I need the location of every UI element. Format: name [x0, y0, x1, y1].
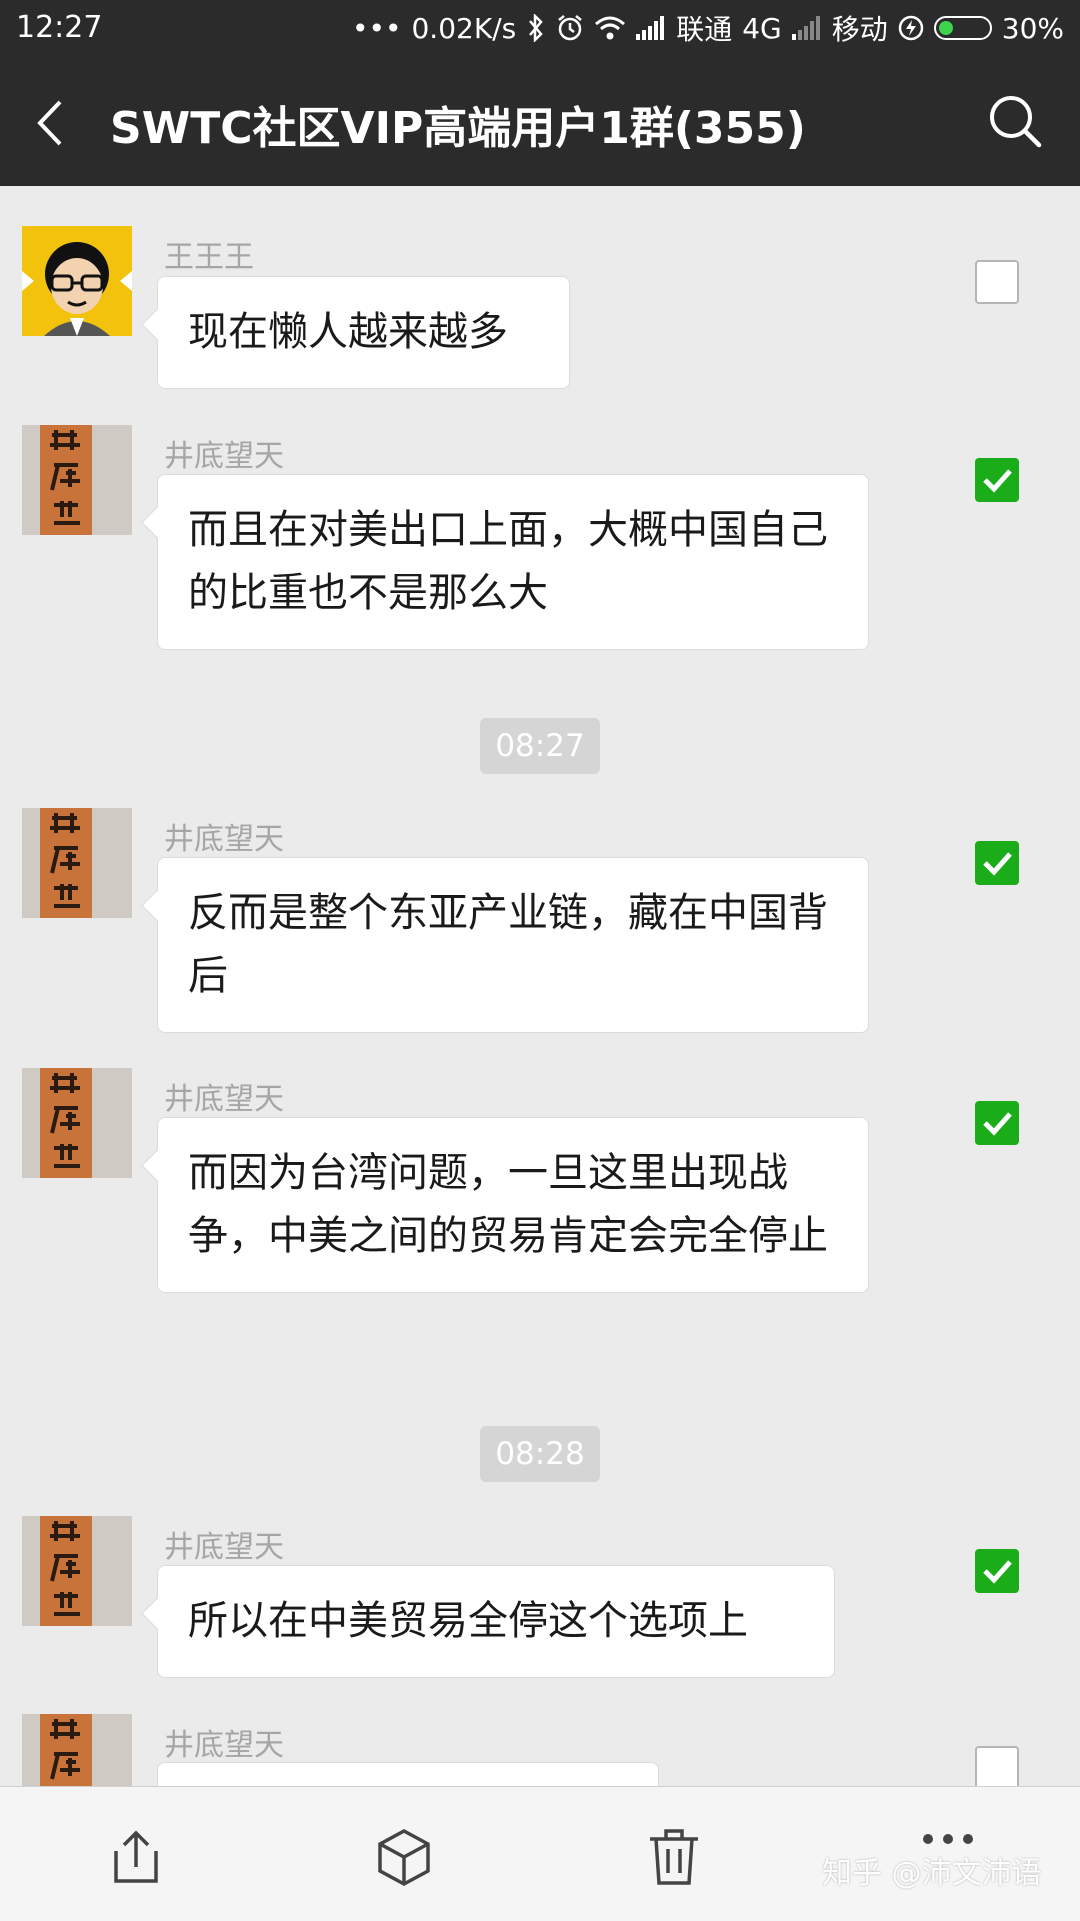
avatar[interactable] — [22, 425, 132, 535]
avatar[interactable] — [22, 226, 132, 336]
carrier-2: 移动 — [831, 13, 888, 46]
check-icon — [983, 852, 1012, 876]
check-icon — [983, 1112, 1012, 1136]
battery-icon — [933, 16, 992, 40]
select-checkbox[interactable] — [975, 260, 1019, 304]
sender-name: 井底望天 — [164, 1082, 284, 1117]
avatar[interactable] — [22, 1068, 132, 1178]
chevron-left-icon[interactable] — [32, 98, 72, 148]
select-checkbox-checked[interactable] — [975, 841, 1019, 885]
message-bubble[interactable]: 而且在对美出口上面，大概中国自己的比重也不是那么大 — [157, 474, 869, 650]
check-icon — [983, 469, 1012, 493]
network-speed: 0.02K/s — [411, 11, 517, 45]
alarm-icon — [556, 14, 584, 42]
timestamp: 08:27 — [480, 718, 600, 774]
sender-name: 井底望天 — [164, 1530, 284, 1565]
avatar[interactable] — [22, 808, 132, 918]
trash-icon[interactable] — [646, 1827, 702, 1887]
charging-icon — [898, 15, 924, 41]
timestamp: 08:28 — [480, 1426, 600, 1482]
battery-percent: 30% — [1001, 11, 1064, 45]
search-icon[interactable] — [986, 92, 1044, 150]
page-title: SWTC社区VIP高端用户1群(355) — [110, 103, 806, 154]
message-bubble[interactable]: 现在懒人越来越多 — [157, 276, 570, 389]
avatar[interactable] — [22, 1714, 132, 1786]
share-icon[interactable] — [108, 1827, 164, 1887]
status-bar: 12:27 ••• 0.02K/s 联通 4G 移动 30% — [0, 0, 1080, 56]
bluetooth-icon — [526, 14, 546, 42]
status-icons: ••• 0.02K/s 联通 4G 移动 30% — [352, 8, 1064, 48]
signal-weak-icon — [791, 16, 822, 40]
carrier-1: 联通 — [676, 13, 733, 46]
network-type: 4G — [742, 11, 782, 45]
more-dots-icon: ••• — [351, 11, 402, 45]
chat-header: SWTC社区VIP高端用户1群(355) — [0, 56, 1080, 186]
select-checkbox-checked[interactable] — [975, 1101, 1019, 1145]
chat-list[interactable]: 王王王 现在懒人越来越多 井底望天 而且在对美出口上面，大概中国自己的比重也不是… — [0, 186, 1080, 1786]
wifi-icon — [594, 15, 626, 41]
sender-name: 井底望天 — [164, 1728, 284, 1763]
message-bubble[interactable]: 反而是整个东亚产业链，藏在中国背后 — [157, 857, 869, 1033]
sender-name: 井底望天 — [164, 822, 284, 857]
select-checkbox-checked[interactable] — [975, 458, 1019, 502]
select-checkbox[interactable] — [975, 1746, 1019, 1786]
sender-name: 井底望天 — [164, 439, 284, 474]
battery-fill — [938, 21, 953, 35]
box-icon[interactable] — [376, 1827, 432, 1887]
message-bubble[interactable] — [157, 1762, 659, 1786]
status-time: 12:27 — [16, 10, 103, 45]
avatar[interactable] — [22, 1516, 132, 1626]
watermark: 知乎 @沛文沛语 — [822, 1856, 1042, 1891]
sender-name: 王王王 — [164, 240, 254, 275]
signal-icon — [636, 16, 666, 40]
check-icon — [983, 1560, 1012, 1584]
message-bubble[interactable]: 而因为台湾问题，一旦这里出现战争，中美之间的贸易肯定会完全停止 — [157, 1117, 869, 1293]
message-bubble[interactable]: 所以在中美贸易全停这个选项上 — [157, 1565, 835, 1678]
select-checkbox-checked[interactable] — [975, 1549, 1019, 1593]
